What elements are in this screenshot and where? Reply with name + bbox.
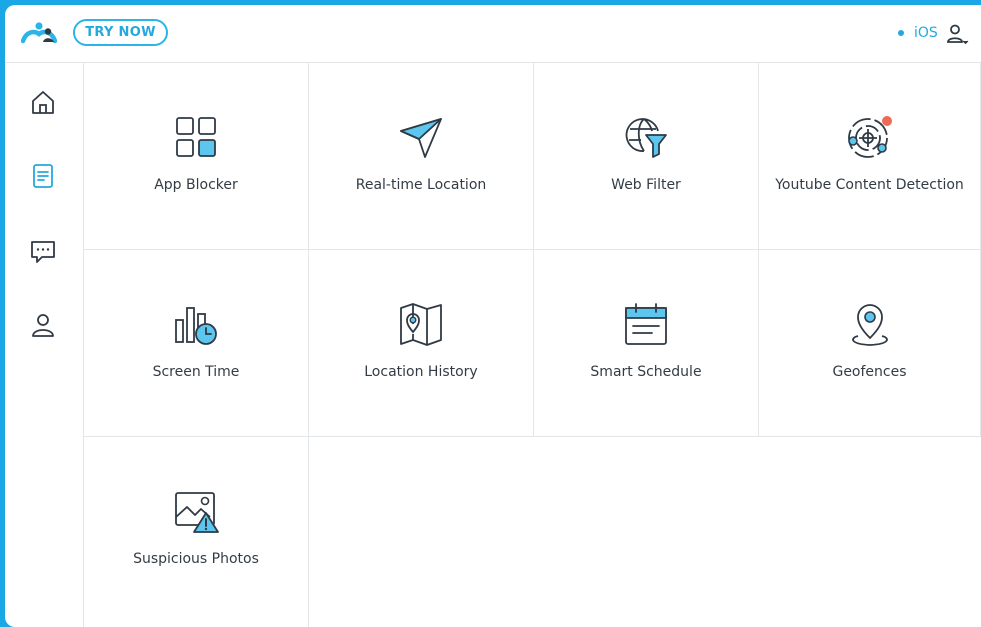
geofence-pin-icon	[851, 304, 888, 346]
tile-label: Screen Time	[152, 364, 240, 380]
nav-home-icon[interactable]	[28, 87, 58, 117]
tile-screen-time[interactable]: Screen Time	[84, 250, 309, 437]
account-menu-icon[interactable]	[945, 22, 969, 46]
tile-label: App Blocker	[154, 177, 238, 193]
nav-message-icon[interactable]	[28, 236, 58, 266]
sidebar	[5, 63, 84, 627]
web-filter-icon	[625, 118, 667, 158]
tile-label: Geofences	[832, 364, 907, 380]
nav-user-icon[interactable]	[28, 310, 58, 340]
tile-label: Youtube Content Detection	[775, 177, 964, 193]
platform-label: iOS	[914, 25, 938, 41]
nav-document-icon[interactable]	[28, 161, 58, 191]
tile-app-blocker[interactable]: App Blocker	[84, 63, 309, 250]
youtube-detection-icon	[847, 116, 892, 158]
tile-location-history[interactable]: Location History	[309, 250, 534, 437]
try-now-button[interactable]: TRY NOW	[73, 19, 168, 46]
tile-real-time-location[interactable]: Real-time Location	[309, 63, 534, 250]
app-logo-icon	[21, 22, 57, 44]
platform-dot-icon	[898, 30, 904, 36]
app-window: TRY NOW iOS App Blocker Real-time Locati…	[5, 5, 981, 627]
tile-geofences[interactable]: Geofences	[759, 250, 981, 437]
top-header: TRY NOW iOS	[5, 5, 981, 63]
paper-plane-icon	[400, 118, 442, 158]
tile-label: Real-time Location	[355, 177, 487, 193]
app-blocker-icon	[176, 117, 216, 157]
tile-label: Web Filter	[611, 177, 681, 193]
calendar-icon	[625, 303, 667, 345]
tile-label: Smart Schedule	[590, 364, 702, 380]
tile-smart-schedule[interactable]: Smart Schedule	[534, 250, 759, 437]
tile-web-filter[interactable]: Web Filter	[534, 63, 759, 250]
map-icon	[400, 303, 442, 346]
feature-grid: App Blocker Real-time Location Web Filte…	[84, 63, 981, 627]
tile-label: Location History	[364, 364, 478, 380]
tile-label: Suspicious Photos	[133, 551, 259, 567]
platform-indicator[interactable]: iOS	[898, 23, 938, 43]
tile-suspicious-photos[interactable]: Suspicious Photos	[84, 437, 309, 627]
screen-time-icon	[175, 307, 217, 345]
suspicious-photo-icon	[175, 492, 219, 533]
tile-youtube-content-detection[interactable]: Youtube Content Detection	[759, 63, 981, 250]
